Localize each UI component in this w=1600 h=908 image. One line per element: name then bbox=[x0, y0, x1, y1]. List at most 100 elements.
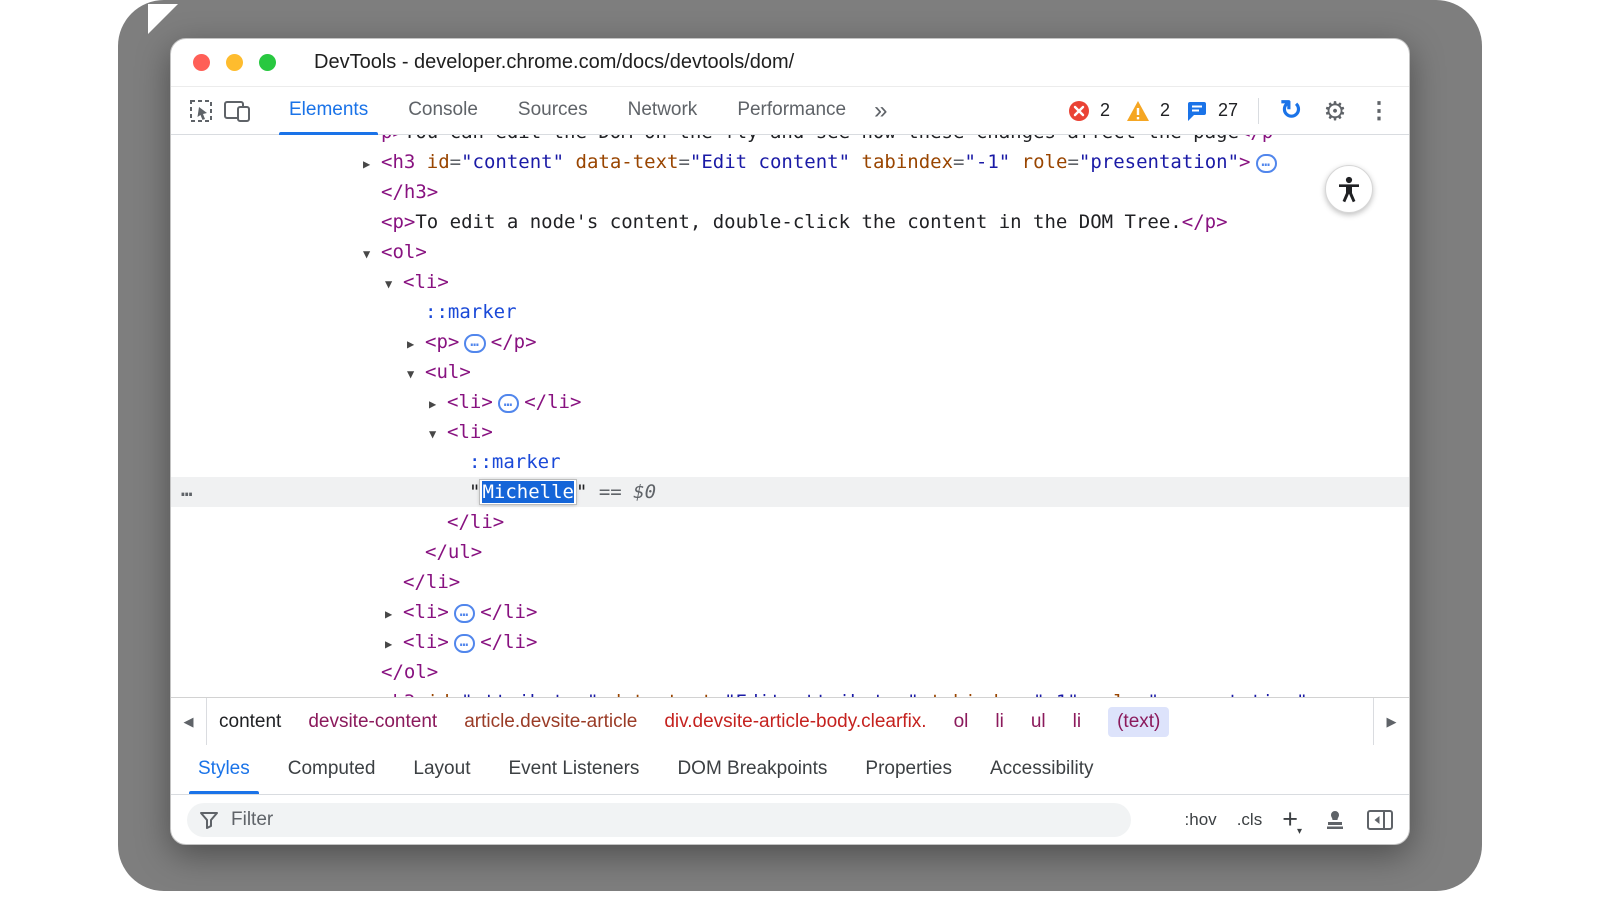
tree-row[interactable]: </li> bbox=[171, 567, 1409, 597]
inline-expand-icon[interactable]: … bbox=[498, 394, 519, 413]
code-token: <h3 bbox=[381, 151, 415, 173]
filter-field[interactable] bbox=[187, 803, 1131, 837]
tree-row[interactable]: ▶<h3 id="attributes" data-text="Edit att… bbox=[171, 687, 1409, 697]
breadcrumb-item[interactable]: ol bbox=[954, 711, 969, 733]
collapsed-arrow-icon[interactable]: ▶ bbox=[429, 389, 447, 419]
tab-network[interactable]: Network bbox=[608, 87, 718, 135]
code-token: <li> bbox=[447, 391, 493, 413]
tree-row[interactable]: ::marker bbox=[171, 297, 1409, 327]
tree-row[interactable]: ▶<p>…</p> bbox=[171, 327, 1409, 357]
tab-elements[interactable]: Elements bbox=[269, 87, 388, 135]
code-token: = bbox=[1067, 151, 1078, 173]
tree-row[interactable]: </h3> bbox=[171, 177, 1409, 207]
tab-styles[interactable]: Styles bbox=[179, 745, 269, 794]
toolbar-divider bbox=[1258, 98, 1259, 124]
code-token: </li> bbox=[447, 511, 504, 533]
tab-layout[interactable]: Layout bbox=[394, 745, 489, 794]
code-token: "content" bbox=[461, 151, 564, 173]
window-title: DevTools - developer.chrome.com/docs/dev… bbox=[314, 51, 794, 74]
code-token: </p> bbox=[1182, 211, 1228, 233]
breadcrumb-item[interactable]: li bbox=[995, 711, 1003, 733]
code-token: = bbox=[678, 151, 689, 173]
accessibility-overlay-button[interactable] bbox=[1325, 165, 1373, 213]
close-button[interactable] bbox=[193, 54, 210, 71]
code-token: <li> bbox=[403, 601, 449, 623]
tab-console[interactable]: Console bbox=[388, 87, 498, 135]
breadcrumb-item[interactable]: (text) bbox=[1108, 707, 1169, 737]
tab-dom-breakpoints[interactable]: DOM Breakpoints bbox=[658, 745, 846, 794]
tree-row[interactable]: ::marker bbox=[171, 447, 1409, 477]
kebab-menu-icon[interactable]: ⋮ bbox=[1361, 93, 1397, 129]
sync-icon[interactable]: ↻ bbox=[1273, 93, 1309, 129]
tree-row[interactable]: ▼<li> bbox=[171, 417, 1409, 447]
node-edit-box[interactable]: Michelle bbox=[480, 480, 576, 504]
row-actions-icon[interactable]: … bbox=[181, 475, 193, 505]
code-token: <p> bbox=[381, 211, 415, 233]
breadcrumb-item[interactable]: article.devsite-article bbox=[464, 711, 637, 733]
issues-icon[interactable] bbox=[1184, 93, 1210, 129]
tree-row[interactable]: </li> bbox=[171, 507, 1409, 537]
device-toolbar-icon[interactable] bbox=[219, 93, 255, 129]
code-token: data-text bbox=[564, 151, 678, 173]
code-token: <li> bbox=[403, 271, 449, 293]
filter-input[interactable] bbox=[229, 808, 1119, 832]
inline-expand-icon[interactable]: … bbox=[454, 604, 475, 623]
collapsed-arrow-icon[interactable]: ▶ bbox=[363, 689, 381, 697]
crumbs-scroll-left-icon[interactable]: ◀ bbox=[171, 698, 207, 745]
expanded-arrow-icon[interactable]: ▼ bbox=[363, 239, 381, 269]
zoom-button[interactable] bbox=[259, 54, 276, 71]
tree-row-selected[interactable]: …"Michelle" == $0 bbox=[171, 477, 1409, 507]
code-token: </p bbox=[1239, 135, 1273, 143]
breadcrumb-item[interactable]: devsite-content bbox=[308, 711, 437, 733]
sidebar-toggle-icon[interactable] bbox=[1367, 809, 1393, 831]
inline-expand-icon[interactable]: … bbox=[454, 634, 475, 653]
tree-row[interactable]: <p>To edit a node's content, double-clic… bbox=[171, 207, 1409, 237]
tab-computed[interactable]: Computed bbox=[269, 745, 395, 794]
inspect-icon[interactable] bbox=[183, 93, 219, 129]
breadcrumb-item[interactable]: div.devsite-article-body.clearfix. bbox=[664, 711, 926, 733]
tree-row[interactable]: ▶<li>…</li> bbox=[171, 627, 1409, 657]
tree-row[interactable]: ▼<li> bbox=[171, 267, 1409, 297]
expanded-arrow-icon[interactable]: ▼ bbox=[429, 419, 447, 449]
tree-row[interactable]: ▶<h3 id="content" data-text="Edit conten… bbox=[171, 147, 1409, 177]
code-token: "presentation" bbox=[1148, 691, 1308, 697]
styles-toolbar: :hov .cls + bbox=[171, 795, 1409, 845]
crumbs-scroll-right-icon[interactable]: ▶ bbox=[1373, 698, 1409, 745]
minimize-button[interactable] bbox=[226, 54, 243, 71]
gear-icon[interactable]: ⚙ bbox=[1317, 93, 1353, 129]
breadcrumb-item[interactable]: ul bbox=[1031, 711, 1046, 733]
tree-row[interactable]: ▶<li>…</li> bbox=[171, 387, 1409, 417]
stamp-icon[interactable] bbox=[1323, 808, 1347, 832]
expanded-arrow-icon[interactable]: ▼ bbox=[385, 269, 403, 299]
tab-sources[interactable]: Sources bbox=[498, 87, 608, 135]
tab-properties[interactable]: Properties bbox=[846, 745, 971, 794]
warning-icon[interactable] bbox=[1124, 93, 1152, 129]
tree-row[interactable]: p>You can edit the DOM on the fly and se… bbox=[171, 135, 1409, 147]
tree-row[interactable]: ▶<li>…</li> bbox=[171, 597, 1409, 627]
inline-expand-icon[interactable]: … bbox=[1256, 154, 1277, 173]
tree-row[interactable]: ▼<ol> bbox=[171, 237, 1409, 267]
tree-row[interactable]: ▼<ul> bbox=[171, 357, 1409, 387]
error-icon[interactable] bbox=[1066, 93, 1092, 129]
code-token: </li> bbox=[480, 631, 537, 653]
expanded-arrow-icon[interactable]: ▼ bbox=[407, 359, 425, 389]
collapsed-arrow-icon[interactable]: ▶ bbox=[385, 599, 403, 629]
collapsed-arrow-icon[interactable]: ▶ bbox=[385, 629, 403, 659]
tree-row[interactable]: </ul> bbox=[171, 537, 1409, 567]
cls-toggle[interactable]: .cls bbox=[1237, 810, 1263, 830]
inline-expand-icon[interactable]: … bbox=[464, 334, 485, 353]
more-tabs-icon[interactable]: » bbox=[866, 97, 895, 125]
code-token: " bbox=[469, 481, 480, 503]
tab-event-listeners[interactable]: Event Listeners bbox=[489, 745, 658, 794]
styles-toolbar-actions: :hov .cls + bbox=[1185, 807, 1393, 834]
breadcrumb-item[interactable]: li bbox=[1073, 711, 1081, 733]
tree-row[interactable]: </ol> bbox=[171, 657, 1409, 687]
new-style-rule-button[interactable]: + bbox=[1282, 806, 1303, 833]
collapsed-arrow-icon[interactable]: ▶ bbox=[407, 329, 425, 359]
collapsed-arrow-icon[interactable]: ▶ bbox=[363, 149, 381, 179]
code-token: > bbox=[1239, 151, 1250, 173]
breadcrumb-item[interactable]: content bbox=[219, 711, 281, 733]
tab-accessibility[interactable]: Accessibility bbox=[971, 745, 1112, 794]
tab-performance[interactable]: Performance bbox=[717, 87, 866, 135]
hov-toggle[interactable]: :hov bbox=[1185, 810, 1217, 830]
